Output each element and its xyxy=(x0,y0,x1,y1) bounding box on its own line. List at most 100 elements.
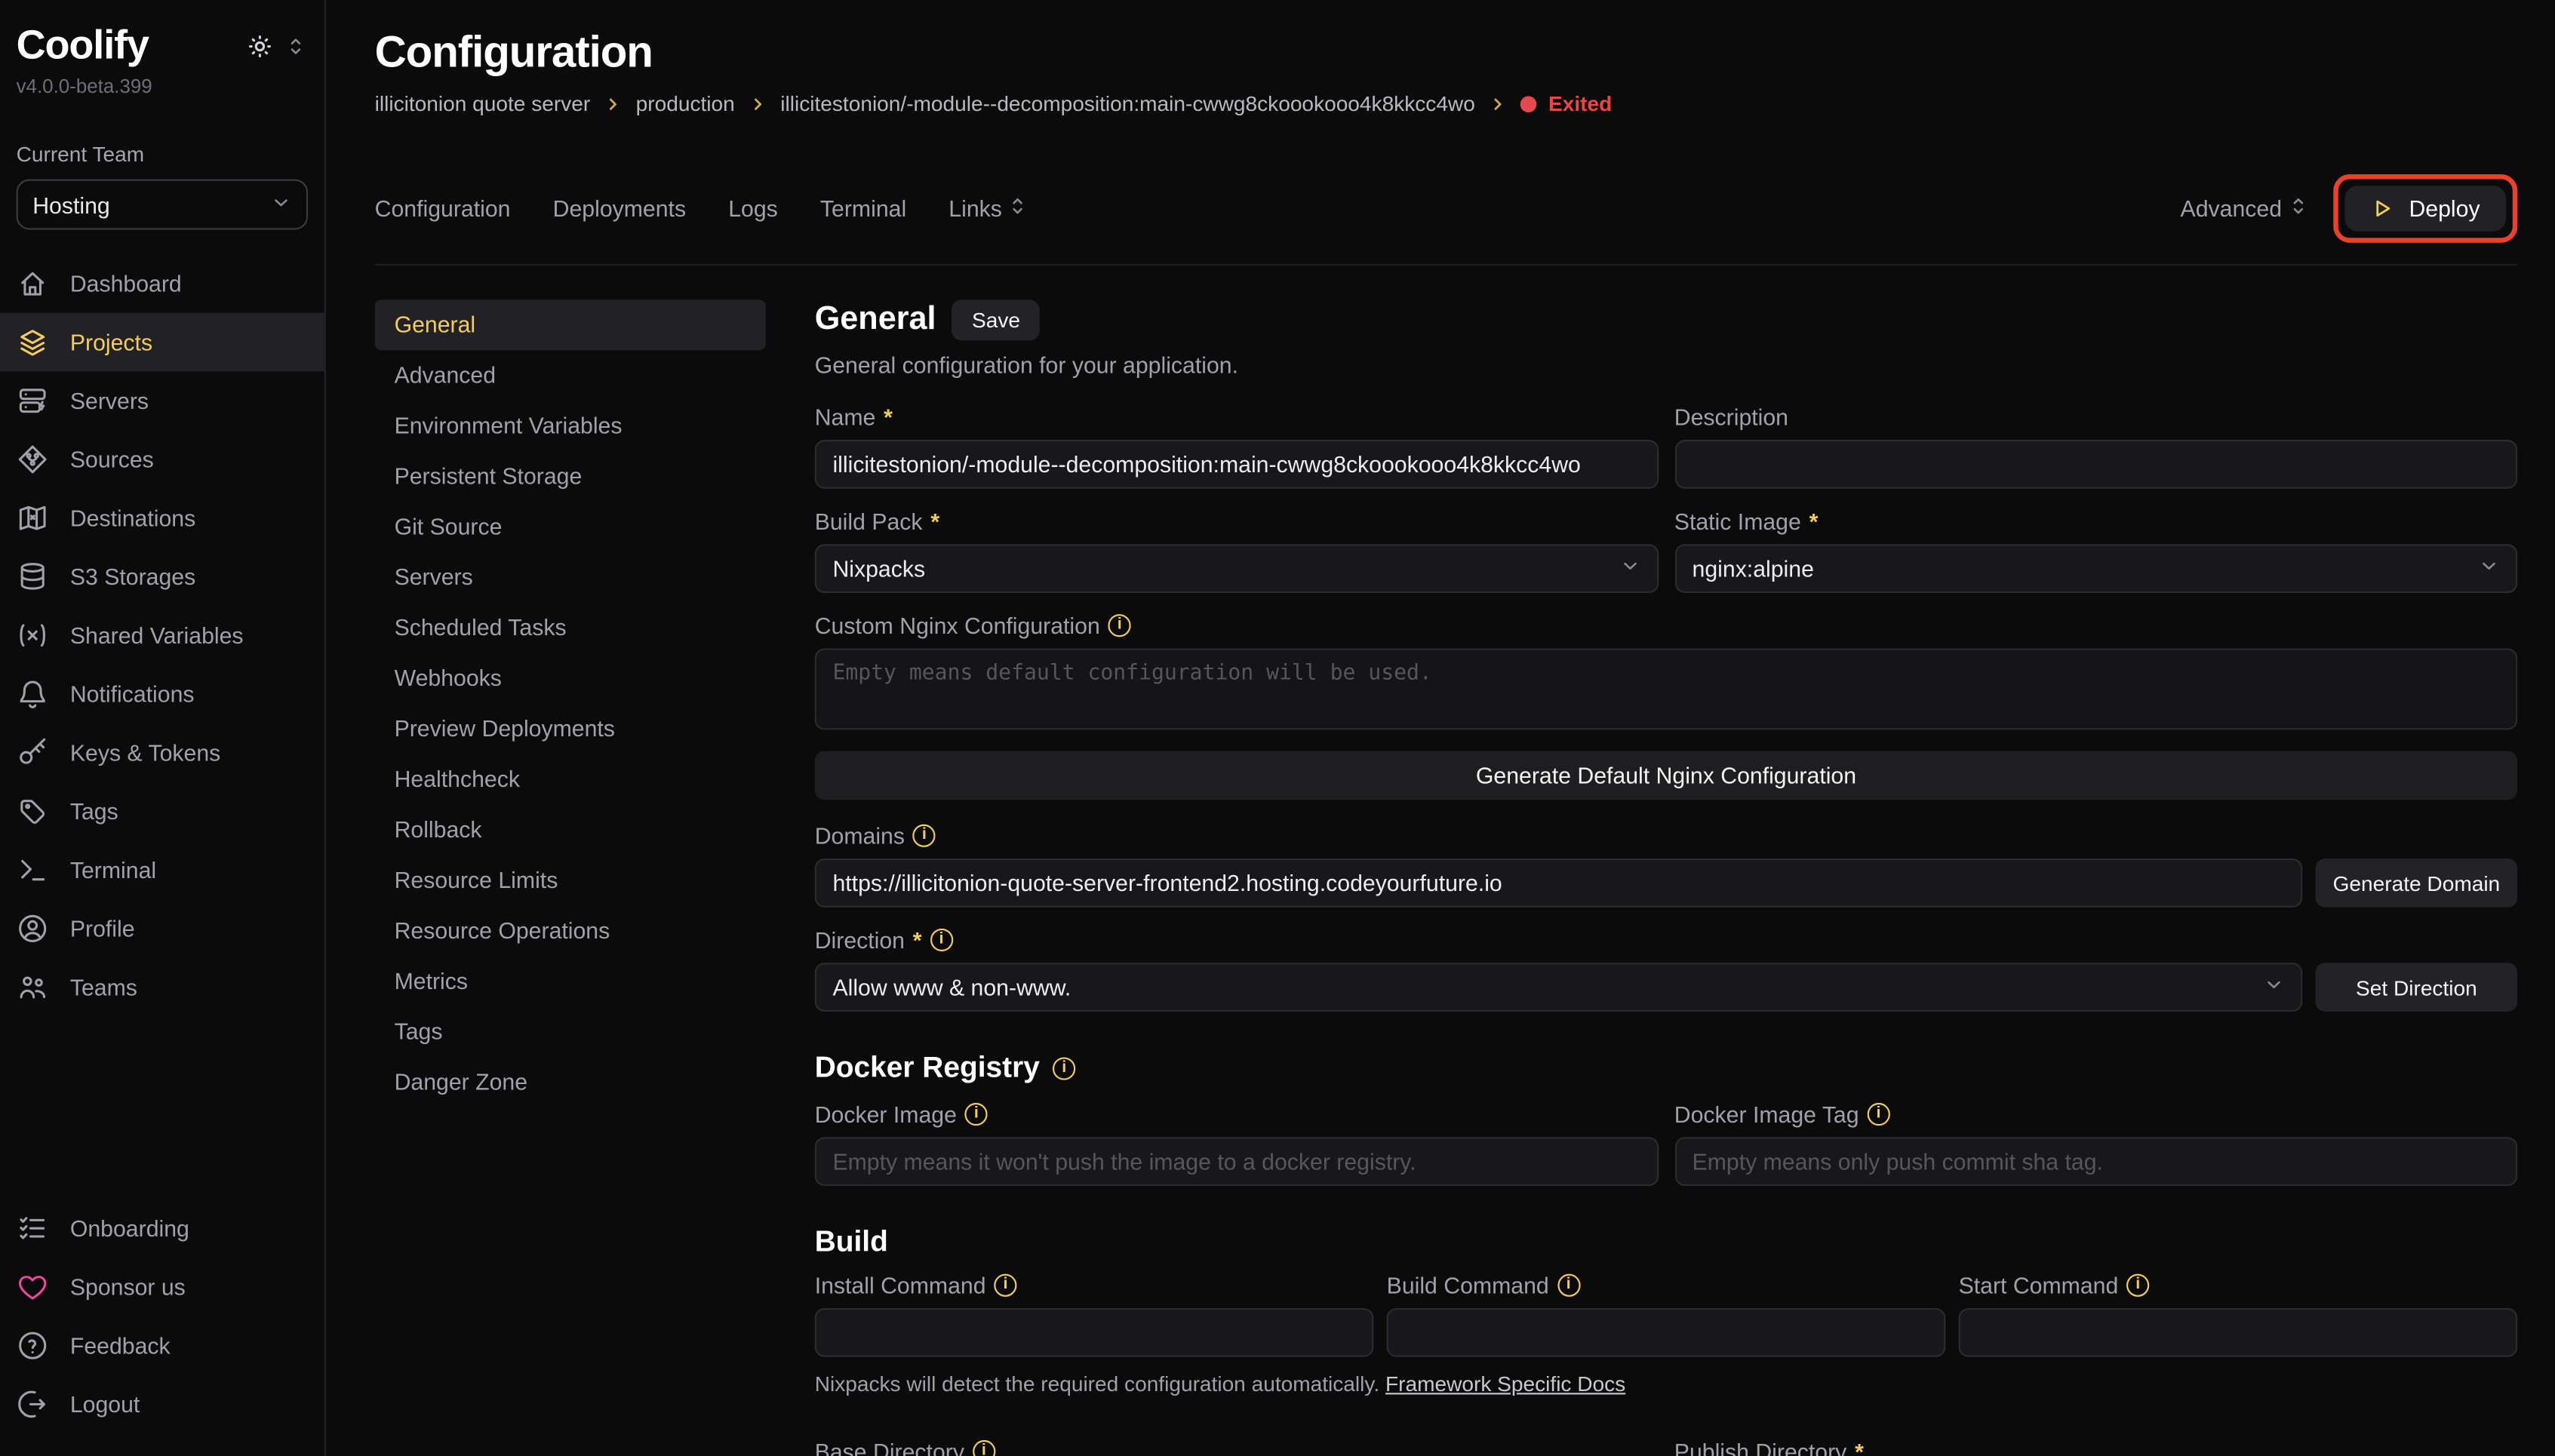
page-title: Configuration xyxy=(375,26,2518,78)
subnav-item-webhooks[interactable]: Webhooks xyxy=(375,653,766,704)
current-team-label: Current Team xyxy=(0,142,324,166)
sidebar-item-profile[interactable]: Profile xyxy=(0,899,324,958)
sidebar-item-label: Projects xyxy=(70,329,152,355)
sidebar-menu: Dashboard Projects Servers Sources Desti… xyxy=(0,254,324,1017)
sidebar-item-terminal[interactable]: Terminal xyxy=(0,840,324,899)
info-icon: i xyxy=(973,1440,995,1456)
database-icon xyxy=(17,561,49,593)
git-source-icon xyxy=(17,443,49,475)
sidebar-item-servers[interactable]: Servers xyxy=(0,371,324,430)
chevron-right-icon xyxy=(605,94,622,113)
install-command-input[interactable] xyxy=(815,1308,1374,1357)
sidebar-item-feedback[interactable]: Feedback xyxy=(0,1316,324,1375)
sidebar-item-projects[interactable]: Projects xyxy=(0,313,324,372)
sidebar-item-notifications[interactable]: Notifications xyxy=(0,665,324,723)
sidebar-item-sponsor-us[interactable]: Sponsor us xyxy=(0,1258,324,1316)
subnav-item-resource-limits[interactable]: Resource Limits xyxy=(375,855,766,906)
help-icon xyxy=(17,1329,49,1362)
tab-logs[interactable]: Logs xyxy=(728,195,778,222)
required-asterisk: * xyxy=(913,927,922,954)
nixpacks-note: Nixpacks will detect the required config… xyxy=(815,1372,2518,1396)
tab-terminal[interactable]: Terminal xyxy=(820,195,906,222)
build-pack-label: Build Pack xyxy=(815,508,923,535)
user-icon xyxy=(17,912,49,945)
up-down-chevron-icon xyxy=(1009,195,1027,222)
generate-domain-button[interactable]: Generate Domain xyxy=(2316,859,2518,908)
description-input[interactable] xyxy=(1674,440,2517,489)
subnav-item-scheduled-tasks[interactable]: Scheduled Tasks xyxy=(375,603,766,653)
install-command-label: Install Command xyxy=(815,1272,986,1298)
subnav-item-git-source[interactable]: Git Source xyxy=(375,502,766,552)
subnav-item-preview-deployments[interactable]: Preview Deployments xyxy=(375,704,766,754)
direction-select[interactable]: Allow www & non-www. xyxy=(815,963,2303,1012)
tab-configuration[interactable]: Configuration xyxy=(375,195,511,222)
theme-sun-icon[interactable] xyxy=(246,32,274,60)
subnav-item-tags[interactable]: Tags xyxy=(375,1007,766,1058)
subnav-item-general[interactable]: General xyxy=(375,299,766,350)
subnav-item-metrics[interactable]: Metrics xyxy=(375,957,766,1007)
save-button[interactable]: Save xyxy=(952,299,1040,340)
framework-docs-link[interactable]: Framework Specific Docs xyxy=(1385,1372,1625,1396)
sidebar-item-dashboard[interactable]: Dashboard xyxy=(0,254,324,313)
sidebar-item-s3-storages[interactable]: S3 Storages xyxy=(0,548,324,607)
advanced-dropdown[interactable]: Advanced xyxy=(2181,195,2308,222)
subnav-item-resource-operations[interactable]: Resource Operations xyxy=(375,906,766,957)
docker-image-tag-input[interactable] xyxy=(1674,1137,2517,1186)
required-asterisk: * xyxy=(884,404,893,431)
subnav-item-servers[interactable]: Servers xyxy=(375,552,766,603)
sidebar-item-sources[interactable]: Sources xyxy=(0,430,324,489)
app-logo: Coolify xyxy=(17,23,149,70)
subnav-item-rollback[interactable]: Rollback xyxy=(375,805,766,855)
direction-value: Allow www & non-www. xyxy=(832,974,1071,1000)
sidebar-item-label: Terminal xyxy=(70,857,156,883)
advanced-label: Advanced xyxy=(2181,195,2282,222)
team-select[interactable]: Hosting xyxy=(17,180,309,230)
tab-deployments[interactable]: Deployments xyxy=(553,195,686,222)
build-pack-select[interactable]: Nixpacks xyxy=(815,544,1658,593)
info-icon: i xyxy=(1053,1056,1075,1079)
domains-input[interactable] xyxy=(815,859,2303,908)
breadcrumb-environment[interactable]: production xyxy=(636,91,735,115)
base-directory-label: Base Directory xyxy=(815,1439,964,1456)
name-input[interactable] xyxy=(815,440,1658,489)
app-version: v4.0.0-beta.399 xyxy=(0,75,324,97)
subnav-item-advanced[interactable]: Advanced xyxy=(375,350,766,401)
sidebar-item-logout[interactable]: Logout xyxy=(0,1375,324,1434)
required-asterisk: * xyxy=(930,508,939,535)
nginx-config-textarea[interactable] xyxy=(815,648,2518,730)
set-direction-button[interactable]: Set Direction xyxy=(2316,963,2518,1012)
start-command-input[interactable] xyxy=(1959,1308,2518,1357)
static-image-select[interactable]: nginx:alpine xyxy=(1674,544,2517,593)
required-asterisk: * xyxy=(1855,1439,1864,1456)
info-icon: i xyxy=(994,1274,1016,1297)
sidebar-item-teams[interactable]: Teams xyxy=(0,958,324,1017)
breadcrumb-application[interactable]: illicitestonion/-module--decomposition:m… xyxy=(780,91,1475,115)
info-icon: i xyxy=(1108,614,1131,637)
subnav-item-healthcheck[interactable]: Healthcheck xyxy=(375,754,766,805)
theme-selector-chevron-icon[interactable] xyxy=(287,36,305,57)
sidebar-item-tags[interactable]: Tags xyxy=(0,782,324,841)
subnav-item-persistent-storage[interactable]: Persistent Storage xyxy=(375,451,766,502)
build-command-input[interactable] xyxy=(1387,1308,1946,1357)
chevron-down-icon xyxy=(2478,555,2499,582)
sidebar-item-keys-tokens[interactable]: Keys & Tokens xyxy=(0,723,324,782)
docker-image-tag-label: Docker Image Tag xyxy=(1674,1101,1859,1128)
breadcrumb-project[interactable]: illicitonion quote server xyxy=(375,91,591,115)
sidebar-item-shared-variables[interactable]: Shared Variables xyxy=(0,606,324,665)
subnav-item-danger-zone[interactable]: Danger Zone xyxy=(375,1057,766,1107)
direction-label: Direction xyxy=(815,927,905,954)
deploy-button[interactable]: Deploy xyxy=(2345,186,2506,231)
docker-image-input[interactable] xyxy=(815,1137,1658,1186)
map-icon xyxy=(17,502,49,534)
subnav-item-environment-variables[interactable]: Environment Variables xyxy=(375,401,766,451)
sidebar-item-destinations[interactable]: Destinations xyxy=(0,489,324,548)
info-icon: i xyxy=(1557,1274,1580,1297)
generate-nginx-config-button[interactable]: Generate Default Nginx Configuration xyxy=(815,751,2518,800)
team-icon xyxy=(17,971,49,1003)
tab-links[interactable]: Links xyxy=(949,195,1026,222)
chevron-down-icon xyxy=(270,192,291,218)
sidebar-item-onboarding[interactable]: Onboarding xyxy=(0,1199,324,1258)
build-pack-value: Nixpacks xyxy=(832,555,925,582)
tag-icon xyxy=(17,795,49,828)
variables-icon xyxy=(17,619,49,652)
